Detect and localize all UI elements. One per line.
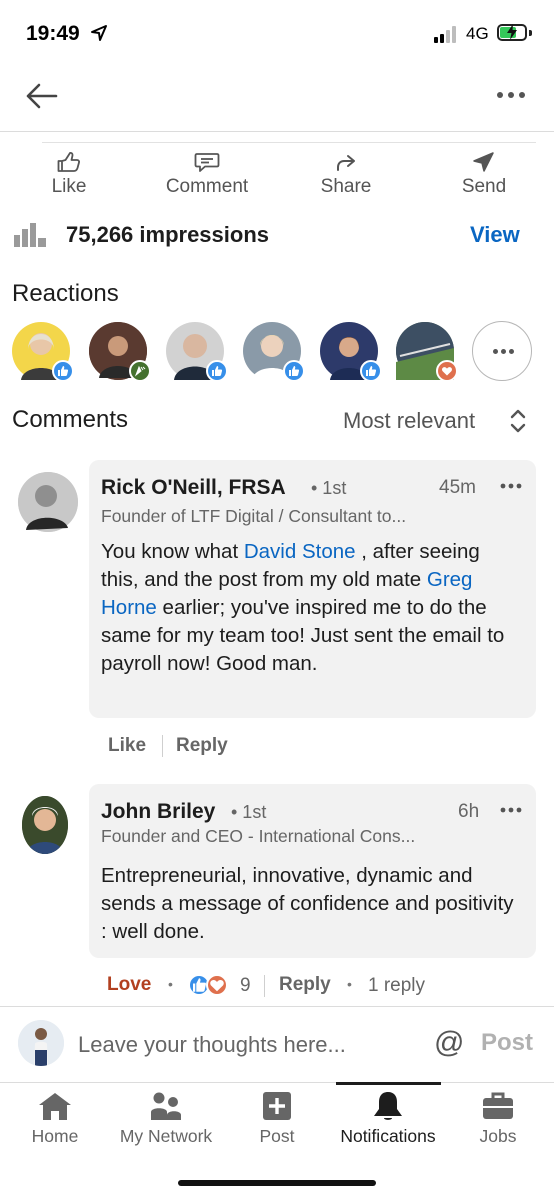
briefcase-icon: [483, 1092, 513, 1119]
like-badge-icon: [360, 360, 382, 382]
comment-bubble: Rick O'Neill, FRSA • 1st 45m Founder of …: [89, 460, 536, 718]
reaction-count[interactable]: 9: [240, 975, 251, 997]
plus-icon: [263, 1092, 291, 1120]
tab-post[interactable]: Post: [250, 1090, 304, 1147]
comment-time: 6h: [458, 801, 480, 822]
celebrate-badge-icon: [129, 360, 151, 382]
comment-reply-button[interactable]: Reply: [279, 974, 331, 996]
tab-jobs[interactable]: Jobs: [470, 1090, 526, 1147]
network-icon: [151, 1092, 181, 1120]
view-analytics-link[interactable]: View: [470, 222, 520, 248]
analytics-bar-icon: [14, 223, 46, 247]
connection-degree: • 1st: [231, 802, 267, 822]
share-button[interactable]: Share: [306, 150, 386, 198]
person-silhouette-icon: [18, 472, 78, 532]
tab-bar-divider: [0, 1082, 554, 1083]
like-label: Like: [51, 176, 87, 197]
tab-label: Jobs: [479, 1126, 517, 1146]
commenter-name[interactable]: Rick O'Neill, FRSA: [101, 476, 286, 500]
action-separator: [162, 735, 163, 757]
send-button[interactable]: Send: [446, 150, 522, 198]
tab-label: My Network: [119, 1126, 213, 1146]
status-time: 19:49: [26, 22, 80, 45]
dot-separator: •: [168, 976, 173, 992]
composer-divider: [0, 1006, 554, 1007]
comment-more-icon[interactable]: [499, 482, 523, 490]
comment-time: 45m: [439, 477, 476, 498]
action-separator: [264, 975, 265, 997]
comments-heading: Comments: [12, 406, 129, 433]
like-button[interactable]: Like: [34, 150, 104, 198]
impressions-count: 75,266 impressions: [66, 222, 270, 247]
network-type: 4G: [466, 24, 489, 43]
reactor-avatar[interactable]: [12, 322, 74, 382]
tab-label: Home: [31, 1126, 79, 1146]
comment-body: Entrepreneurial, innovative, dynamic and…: [101, 864, 514, 943]
like-badge-icon: [206, 360, 228, 382]
reactor-avatar[interactable]: [243, 322, 305, 382]
send-icon: [473, 152, 494, 172]
tab-home[interactable]: Home: [24, 1090, 86, 1147]
reactor-avatar[interactable]: [320, 322, 382, 382]
commenter-name[interactable]: John Briley: [101, 800, 215, 824]
active-tab-indicator: [336, 1082, 441, 1085]
comment-body: You know what David Stone , after seeing…: [101, 540, 505, 675]
tab-label: Post: [259, 1126, 295, 1146]
post-divider: [42, 142, 536, 143]
more-reactors-button[interactable]: [472, 321, 532, 381]
like-badge-icon: [283, 360, 305, 382]
like-icon: [57, 151, 80, 172]
comment-more-icon[interactable]: [499, 806, 523, 814]
battery-cap: [529, 30, 532, 36]
comment-icon: [194, 153, 220, 172]
commenter-headline: Founder and CEO - International Cons...: [101, 826, 416, 846]
nav-divider: [0, 131, 554, 132]
current-user-avatar[interactable]: [18, 1020, 64, 1066]
home-indicator: [178, 1180, 376, 1186]
bell-icon: [374, 1092, 402, 1120]
home-icon: [39, 1093, 71, 1120]
replies-link[interactable]: 1 reply: [368, 975, 425, 997]
tab-label: Notifications: [340, 1126, 436, 1146]
dot-separator: •: [347, 976, 352, 992]
charging-bolt-icon: [507, 24, 517, 40]
share-icon: [337, 155, 355, 171]
share-label: Share: [320, 176, 372, 197]
commenter-headline: Founder of LTF Digital / Consultant to..…: [101, 506, 407, 526]
comment-reply-button[interactable]: Reply: [176, 735, 228, 757]
comment-like-button[interactable]: Like: [108, 735, 146, 757]
reactor-avatar[interactable]: [396, 322, 458, 382]
reaction-summary-icons[interactable]: [188, 974, 230, 996]
sort-chevrons-icon[interactable]: [508, 407, 528, 435]
signal-strength-icon: [434, 25, 460, 43]
like-badge-icon: [52, 360, 74, 382]
tab-notifications[interactable]: Notifications: [334, 1090, 442, 1147]
sort-dropdown[interactable]: Most relevant: [343, 408, 475, 434]
love-badge-icon: [436, 360, 458, 382]
comment-bubble: John Briley • 1st 6h Founder and CEO - I…: [89, 784, 536, 958]
commenter-avatar[interactable]: [22, 796, 68, 854]
send-label: Send: [461, 176, 507, 197]
back-arrow-icon[interactable]: [22, 80, 62, 112]
location-arrow-icon: [91, 25, 107, 41]
reactions-heading: Reactions: [12, 280, 119, 307]
person-silhouette-icon: [22, 796, 68, 854]
post-comment-button[interactable]: Post: [481, 1029, 533, 1057]
mention-link[interactable]: David Stone: [244, 540, 356, 563]
reactor-avatar[interactable]: [89, 322, 151, 382]
mention-at-button[interactable]: @: [434, 1026, 464, 1060]
love-badge-icon: [206, 974, 228, 996]
love-reaction-button[interactable]: Love: [107, 974, 151, 996]
connection-degree: • 1st: [311, 478, 347, 498]
comment-button[interactable]: Comment: [152, 150, 262, 198]
comment-label: Comment: [165, 176, 249, 197]
status-bar: 19:49 4G: [0, 0, 554, 66]
commenter-avatar[interactable]: [18, 472, 78, 532]
person-silhouette-icon: [18, 1020, 64, 1066]
tab-my-network[interactable]: My Network: [112, 1090, 220, 1147]
comment-input[interactable]: Leave your thoughts here...: [78, 1032, 346, 1058]
more-options-icon[interactable]: [492, 88, 530, 102]
reactor-avatar[interactable]: [166, 322, 228, 382]
